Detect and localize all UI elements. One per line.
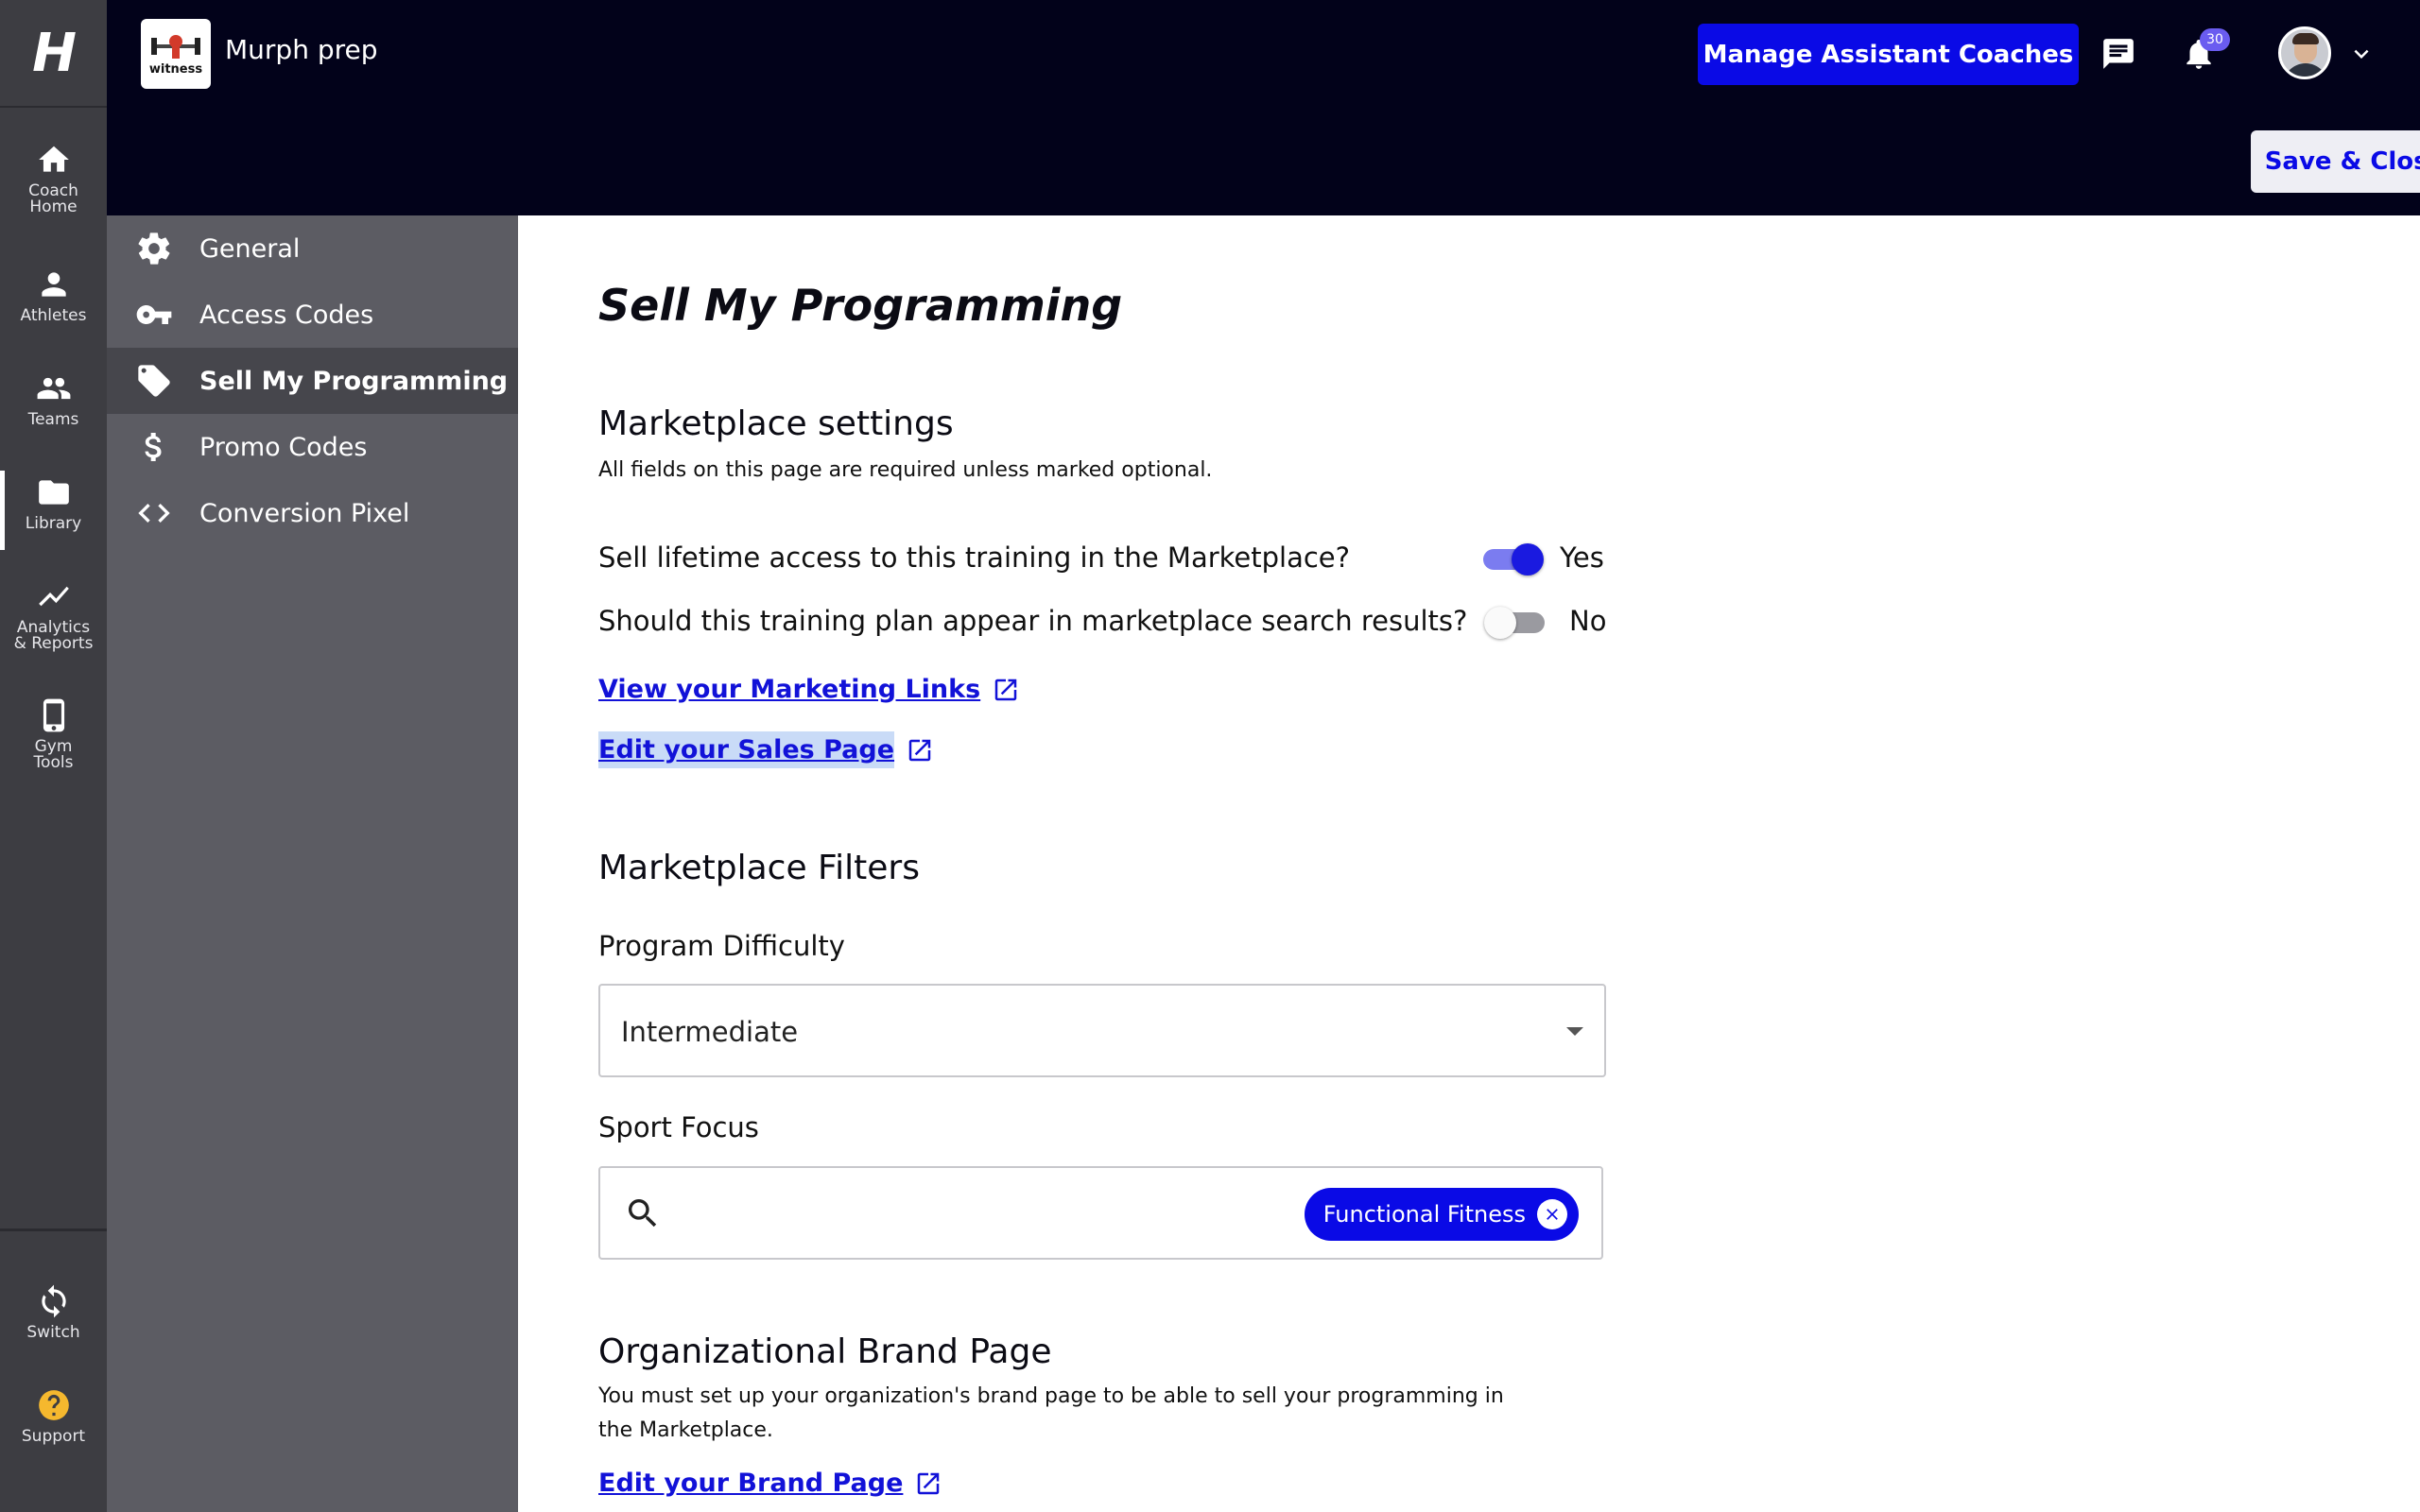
org-logo-text: witness <box>148 61 203 77</box>
sport-focus-label: Sport Focus <box>598 1111 759 1143</box>
external-link-icon <box>906 736 934 765</box>
program-difficulty-select[interactable]: Intermediate <box>598 984 1606 1077</box>
messages-button[interactable] <box>2097 32 2140 76</box>
sport-tag-label: Functional Fitness <box>1322 1201 1526 1228</box>
rail-gym-tools-label: Gym Tools <box>33 737 74 772</box>
chevron-down-icon <box>2354 49 2369 59</box>
rail-switch[interactable]: Switch <box>0 1283 107 1341</box>
trend-icon <box>38 586 69 607</box>
subnav-item-general[interactable]: General <box>107 215 518 282</box>
sync-icon <box>41 1284 66 1318</box>
avatar[interactable] <box>2278 26 2331 79</box>
subnav-item-promo-codes[interactable]: Promo Codes <box>107 414 518 480</box>
app-logo-text: H <box>32 22 77 84</box>
notification-badge: 30 <box>2200 28 2230 51</box>
subnav-item-conversion-pixel-label: Conversion Pixel <box>199 498 410 528</box>
subnav-item-access-codes-label: Access Codes <box>199 300 374 330</box>
top-bar: witness Murph prep Manage Assistant Coac… <box>107 0 2420 215</box>
program-difficulty-label: Program Difficulty <box>598 930 845 962</box>
rail-switch-label: Switch <box>26 1323 80 1342</box>
caret-down-icon <box>1566 1027 1583 1036</box>
rail-teams[interactable]: Teams <box>0 370 107 428</box>
subnav-item-promo-codes-label: Promo Codes <box>199 432 368 462</box>
code-icon <box>138 504 170 523</box>
external-link-icon <box>914 1469 942 1498</box>
rail-analytics-label: Analytics & Reports <box>13 618 94 653</box>
subnav-item-conversion-pixel[interactable]: Conversion Pixel <box>107 480 518 546</box>
brand-page-heading: Organizational Brand Page <box>598 1332 1052 1371</box>
search-results-toggle[interactable] <box>1484 605 1547 639</box>
settings-nav: General Access Codes Sell My Programming… <box>107 215 518 1512</box>
sell-lifetime-value: Yes <box>1560 541 1604 574</box>
sport-focus-field[interactable]: Functional Fitness <box>598 1166 1603 1260</box>
account-menu-chevron[interactable] <box>2347 40 2376 68</box>
marketing-links-link[interactable]: View your Marketing Links <box>598 675 1020 704</box>
rail-gym-tools[interactable]: Gym Tools <box>0 697 107 771</box>
rail-library[interactable]: Library <box>0 471 107 550</box>
rail-analytics[interactable]: Analytics & Reports <box>0 578 107 652</box>
required-fields-note: All fields on this page are required unl… <box>598 458 1213 482</box>
app-rail: H Coach Home Athletes Teams Library Anal… <box>0 0 107 1512</box>
page-title: Sell My Programming <box>598 280 1123 331</box>
marketplace-filters-heading: Marketplace Filters <box>598 849 920 887</box>
person-icon <box>41 272 66 297</box>
home-icon <box>38 146 69 172</box>
folder-icon <box>38 480 69 505</box>
save-and-close-button[interactable]: Save & Close <box>2251 130 2420 193</box>
org-name: Murph prep <box>225 34 378 65</box>
brand-page-link-label: Edit your Brand Page <box>598 1469 904 1498</box>
main-content: Sell My Programming Marketplace settings… <box>518 215 2420 1512</box>
help-icon <box>38 1390 69 1420</box>
rail-athletes-label: Athletes <box>20 306 87 325</box>
dollar-icon <box>145 433 162 461</box>
group-icon <box>37 377 70 400</box>
app-logo[interactable]: H <box>0 0 107 108</box>
rail-coach-home-label: Coach Home <box>28 181 78 216</box>
program-difficulty-value: Intermediate <box>621 1016 799 1048</box>
org-logo[interactable]: witness <box>141 19 211 89</box>
sport-focus-input[interactable] <box>676 1187 1243 1240</box>
rail-teams-label: Teams <box>27 410 79 429</box>
subnav-item-sell-my-programming[interactable]: Sell My Programming <box>107 348 518 414</box>
key-icon <box>136 305 172 324</box>
notifications-button[interactable]: 30 <box>2177 28 2230 76</box>
barbell-logo-icon <box>149 32 202 60</box>
rail-coach-home[interactable]: Coach Home <box>0 142 107 215</box>
sales-page-label: Edit your Sales Page <box>598 731 895 768</box>
search-icon <box>624 1194 662 1232</box>
manage-assistant-coaches-button[interactable]: Manage Assistant Coaches <box>1698 24 2079 85</box>
marketing-links-label: View your Marketing Links <box>598 675 981 704</box>
rail-divider <box>0 1228 107 1231</box>
rail-support[interactable]: Support <box>0 1387 107 1445</box>
subnav-item-sell-my-programming-label: Sell My Programming <box>199 366 509 396</box>
close-icon <box>1547 1209 1558 1220</box>
sell-lifetime-toggle[interactable] <box>1481 541 1544 576</box>
subnav-item-access-codes[interactable]: Access Codes <box>107 282 518 348</box>
remove-tag-button[interactable] <box>1537 1199 1567 1229</box>
brand-page-text-line2: the Marketplace. <box>598 1418 773 1442</box>
sell-lifetime-question: Sell lifetime access to this training in… <box>598 541 1351 574</box>
tag-icon <box>138 365 170 397</box>
brand-page-text-line1: You must set up your organization's bran… <box>598 1384 1504 1408</box>
search-results-question: Should this training plan appear in mark… <box>598 605 1468 637</box>
external-link-icon <box>992 676 1020 704</box>
phone-icon <box>43 698 64 732</box>
brand-page-link[interactable]: Edit your Brand Page <box>598 1469 942 1498</box>
subnav-item-general-label: General <box>199 233 301 264</box>
rail-support-label: Support <box>21 1427 86 1446</box>
gear-icon <box>138 232 170 265</box>
chat-icon <box>2103 39 2134 69</box>
marketplace-settings-heading: Marketplace settings <box>598 404 954 443</box>
sport-tag-chip: Functional Fitness <box>1304 1188 1579 1241</box>
search-results-value: No <box>1569 605 1607 637</box>
rail-library-label: Library <box>25 514 82 533</box>
sales-page-link[interactable]: Edit your Sales Page <box>598 731 934 768</box>
rail-athletes[interactable]: Athletes <box>0 266 107 324</box>
